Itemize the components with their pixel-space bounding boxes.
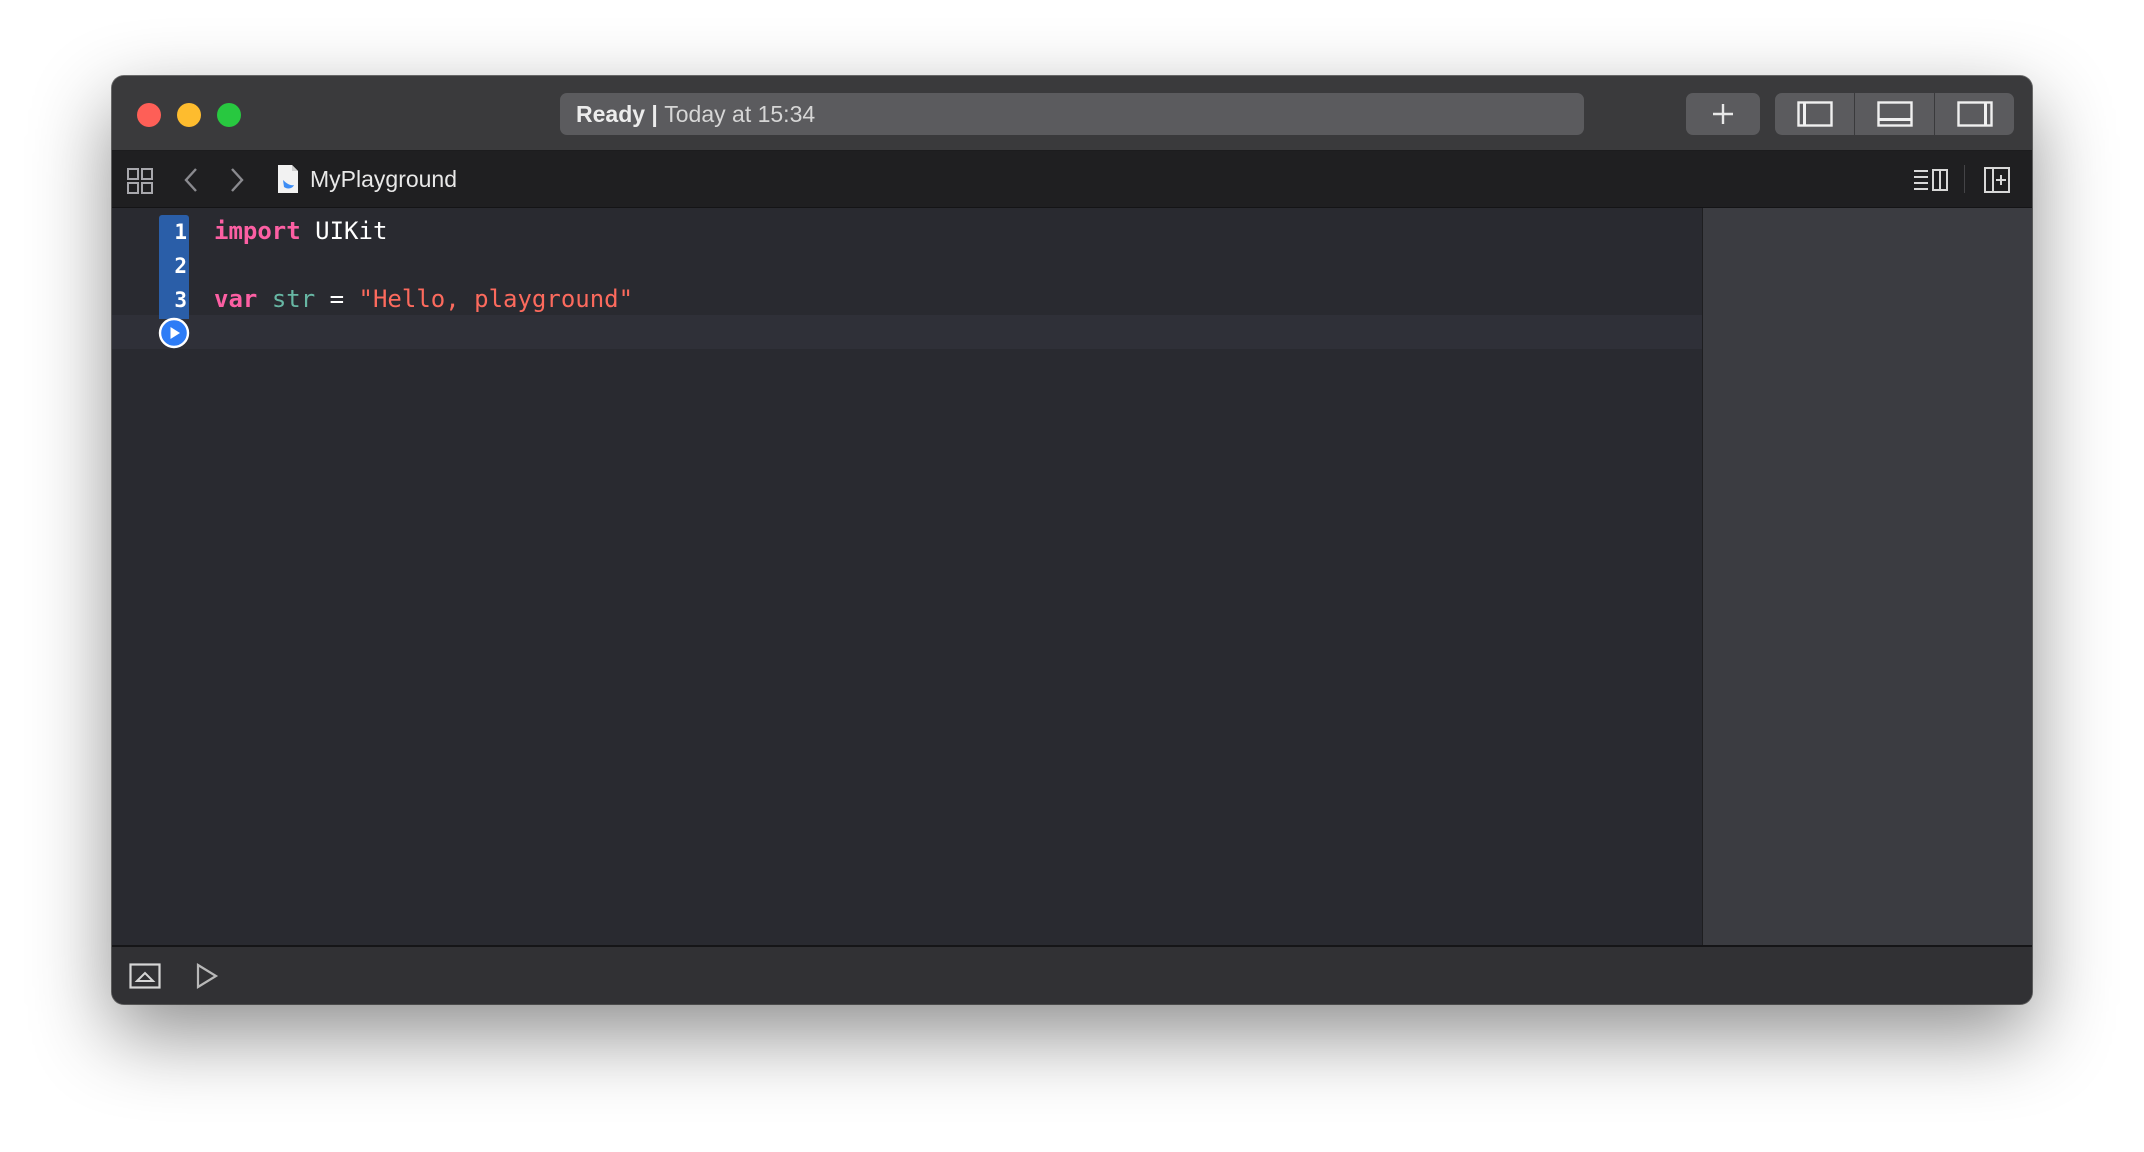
library-add-button[interactable] — [1686, 93, 1760, 135]
show-inspector-button[interactable] — [1935, 93, 2014, 135]
play-circle-icon[interactable] — [158, 317, 190, 349]
show-inspector-icon — [1956, 101, 1993, 127]
divider — [1964, 165, 1965, 193]
add-editor-icon[interactable] — [1983, 166, 2011, 194]
related-items-grid-icon[interactable] — [126, 167, 154, 195]
swift-file-icon — [278, 165, 298, 193]
keyword-import: import — [214, 217, 301, 245]
variable-name: str — [271, 285, 316, 313]
xcode-playground-window: Ready | Today at 15:34 MyPlayground 1 2 … — [112, 76, 2032, 1004]
toggle-console-icon[interactable] — [129, 963, 161, 989]
source-editor[interactable]: 1 2 3 import UIKit var str = "Hello, pla… — [112, 208, 1702, 945]
run-playground-icon[interactable] — [194, 962, 220, 990]
zoom-window-button[interactable] — [217, 103, 241, 127]
activity-view: Ready | Today at 15:34 — [560, 93, 1584, 135]
minimize-window-button[interactable] — [177, 103, 201, 127]
show-debug-area-button[interactable] — [1855, 93, 1934, 135]
jump-bar: MyPlayground — [112, 151, 2032, 208]
close-window-button[interactable] — [137, 103, 161, 127]
line-number: 1 — [174, 220, 187, 244]
activity-status: Ready — [576, 101, 646, 127]
layout-segmented-control — [1775, 93, 2014, 135]
plus-icon — [1713, 104, 1733, 124]
string-literal: "Hello, playground" — [358, 285, 634, 313]
current-line-highlight — [112, 315, 1702, 349]
editor-options-icon[interactable] — [1912, 166, 1950, 194]
breadcrumb-file-name[interactable]: MyPlayground — [310, 165, 457, 193]
line-number: 3 — [174, 288, 187, 312]
code-line-3: var str = "Hello, playground" — [214, 285, 633, 313]
code-line-1: import UIKit — [214, 217, 387, 245]
show-debug-area-icon — [1876, 101, 1913, 127]
activity-time: Today at 15:34 — [664, 101, 816, 127]
results-sidebar — [1702, 208, 2032, 945]
module-name: UIKit — [300, 217, 388, 245]
activity-separator: | — [645, 101, 665, 127]
chevron-left-icon[interactable] — [182, 166, 200, 194]
assignment-operator: = — [315, 285, 359, 313]
keyword-var: var — [214, 285, 258, 313]
bottom-bar — [112, 945, 2032, 1004]
title-bar: Ready | Today at 15:34 — [112, 76, 2032, 151]
chevron-right-icon[interactable] — [228, 166, 246, 194]
show-navigator-icon — [1796, 101, 1833, 127]
line-number: 2 — [174, 254, 187, 278]
show-navigator-button[interactable] — [1775, 93, 1854, 135]
